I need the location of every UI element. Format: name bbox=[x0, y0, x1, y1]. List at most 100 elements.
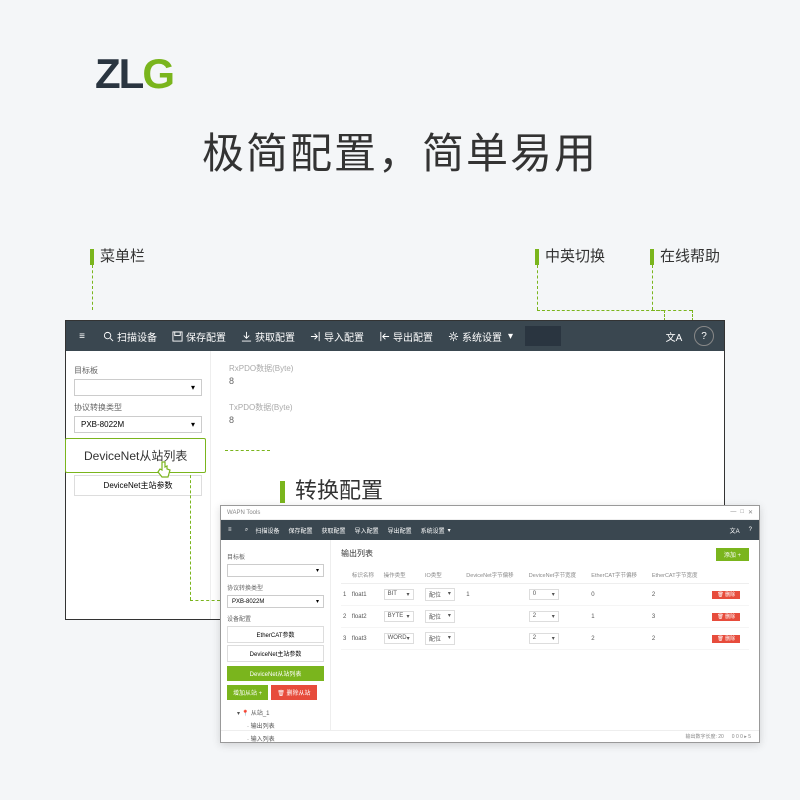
add-slave-button[interactable]: 增加从站 + bbox=[227, 685, 268, 700]
save-icon bbox=[171, 330, 183, 342]
devicenet-master-button[interactable]: DeviceNet主站参数 bbox=[74, 475, 202, 496]
tree-input[interactable]: · 输入列表 bbox=[227, 732, 324, 745]
cell-select[interactable]: WORD ▾ bbox=[384, 633, 414, 644]
target-label: 目标板 bbox=[74, 365, 202, 376]
system-button[interactable]: 系统设置▾ bbox=[441, 321, 519, 351]
headline: 极简配置，简单易用 bbox=[0, 120, 800, 181]
tree-output[interactable]: · 输出列表 bbox=[227, 719, 324, 732]
cell-select[interactable]: 2 ▾ bbox=[529, 611, 559, 622]
language-button[interactable]: 文A bbox=[662, 321, 686, 351]
cell-select[interactable]: 2 ▾ bbox=[529, 633, 559, 644]
config-label-2: 设备配置 bbox=[227, 614, 324, 623]
import-button[interactable]: 导入配置 bbox=[303, 321, 370, 351]
chevron-down-icon: ▾ bbox=[508, 331, 513, 342]
table-header: DeviceNet字节偏移 bbox=[464, 567, 527, 584]
toolbar-1: ≡ 扫描设备 保存配置 获取配置 导入配置 导出配置 系统设置▾ 文A ? bbox=[66, 321, 724, 351]
chevron-down-icon: ▾ bbox=[448, 527, 451, 534]
toolbar-dropdown[interactable] bbox=[525, 326, 561, 346]
rxpdo-value: 8 bbox=[229, 376, 706, 386]
table-header: EtherCAT字节偏移 bbox=[589, 567, 650, 584]
pin-icon: 📍 bbox=[242, 711, 249, 717]
delete-row-button[interactable]: 🗑 删除 bbox=[712, 635, 740, 643]
main-window-2: WAPN Tools — □ ✕ ≡ ⌕扫描设备 保存配置 获取配置 导入配置 导出… bbox=[220, 505, 760, 743]
status-left: 输出数字长度: 20 bbox=[685, 733, 723, 740]
callout-devicenet-slave-list[interactable]: DeviceNet从站列表 bbox=[65, 438, 206, 473]
download-icon bbox=[240, 330, 252, 342]
maximize-icon[interactable]: □ bbox=[740, 509, 744, 516]
close-icon[interactable]: ✕ bbox=[748, 509, 753, 516]
export-button[interactable]: 导出配置 bbox=[372, 321, 439, 351]
cell-select[interactable]: 配位 ▾ bbox=[425, 632, 455, 645]
search-icon: ⌕ bbox=[241, 524, 253, 536]
save-button-2[interactable]: 保存配置 bbox=[285, 520, 317, 540]
import-icon bbox=[309, 330, 321, 342]
table-row: 3float3WORD ▾配位 ▾2 ▾22🗑 删除 bbox=[341, 628, 749, 650]
scan-button-2[interactable]: ⌕扫描设备 bbox=[237, 520, 284, 540]
logo: ZLG bbox=[95, 50, 173, 98]
annotation-lang-switch: 中英切换 bbox=[535, 245, 605, 266]
status-right: 0 0 0 ▸ 5 bbox=[732, 734, 751, 740]
devicenet-slave-button-2[interactable]: DeviceNet从站列表 bbox=[227, 666, 324, 681]
get-config-button[interactable]: 获取配置 bbox=[234, 321, 301, 351]
delete-row-button[interactable]: 🗑 删除 bbox=[712, 613, 740, 621]
sidebar-2: 目标板 ▾ 协议转换类型 PXB-8022M▾ 设备配置 EtherCAT参数 … bbox=[221, 540, 331, 730]
tree-root[interactable]: ▾ 📍 从站_1 bbox=[227, 706, 324, 719]
table-header: IO类型 bbox=[423, 567, 464, 584]
table-header: DeviceNet字节宽度 bbox=[527, 567, 590, 584]
target-select-2[interactable]: ▾ bbox=[227, 564, 324, 577]
minimize-icon[interactable]: — bbox=[730, 509, 736, 516]
translate-icon: 文A bbox=[668, 330, 680, 342]
add-row-button[interactable]: 添加 + bbox=[716, 548, 749, 561]
export-button-2[interactable]: 导出配置 bbox=[384, 520, 416, 540]
target-label-2: 目标板 bbox=[227, 552, 324, 561]
delete-row-button[interactable]: 🗑 删除 bbox=[712, 591, 740, 599]
table-header: EtherCAT字节宽度 bbox=[650, 567, 711, 584]
cell-select[interactable]: BYTE ▾ bbox=[384, 611, 414, 622]
protocol-select-2[interactable]: PXB-8022M▾ bbox=[227, 595, 324, 608]
help-button[interactable]: ? bbox=[688, 321, 720, 351]
chevron-down-icon: ▾ bbox=[316, 598, 319, 605]
delete-slave-button[interactable]: 🗑 删除从站 bbox=[271, 685, 316, 700]
annotation-online-help: 在线帮助 bbox=[650, 245, 720, 266]
table-header bbox=[341, 567, 350, 584]
cursor-icon bbox=[155, 460, 173, 480]
help-button-2[interactable]: ? bbox=[745, 520, 756, 540]
chevron-down-icon: ▾ bbox=[316, 567, 319, 574]
table-row: 1float1BIT ▾配位 ▾10 ▾02🗑 删除 bbox=[341, 584, 749, 606]
scan-button[interactable]: 扫描设备 bbox=[96, 321, 163, 351]
table-header: 操作类型 bbox=[382, 567, 423, 584]
translate-icon: 文A bbox=[730, 526, 740, 535]
trash-icon: 🗑 bbox=[277, 691, 285, 697]
rxpdo-label: RxPDO数据(Byte) bbox=[229, 363, 706, 374]
table-header bbox=[710, 567, 749, 584]
system-button-2[interactable]: 系统设置▾ bbox=[417, 520, 455, 540]
get-button-2[interactable]: 获取配置 bbox=[318, 520, 350, 540]
devicenet-master-button-2[interactable]: DeviceNet主站参数 bbox=[227, 645, 324, 662]
table-title: 输出列表 bbox=[341, 548, 373, 561]
chevron-down-icon: ▾ bbox=[191, 383, 195, 392]
annotation-menu-bar: 菜单栏 bbox=[90, 245, 145, 266]
txpdo-value: 8 bbox=[229, 415, 706, 425]
search-icon bbox=[102, 330, 114, 342]
content-2: 输出列表 添加 + 标识名称操作类型IO类型DeviceNet字节偏移Devic… bbox=[331, 540, 759, 730]
cell-select[interactable]: 配位 ▾ bbox=[425, 588, 455, 601]
target-select[interactable]: ▾ bbox=[74, 379, 202, 396]
table-row: 2float2BYTE ▾配位 ▾2 ▾13🗑 删除 bbox=[341, 606, 749, 628]
protocol-label-2: 协议转换类型 bbox=[227, 583, 324, 592]
window-title: WAPN Tools bbox=[227, 510, 260, 516]
chevron-down-icon: ▾ bbox=[191, 420, 195, 429]
save-button[interactable]: 保存配置 bbox=[165, 321, 232, 351]
protocol-label: 协议转换类型 bbox=[74, 402, 202, 413]
cell-select[interactable]: BIT ▾ bbox=[384, 589, 414, 600]
menu-button[interactable]: ≡ bbox=[70, 321, 94, 351]
ethercat-button-2[interactable]: EtherCAT参数 bbox=[227, 626, 324, 643]
cell-select[interactable]: 0 ▾ bbox=[529, 589, 559, 600]
import-button-2[interactable]: 导入配置 bbox=[351, 520, 383, 540]
language-button-2[interactable]: 文A bbox=[726, 520, 744, 540]
protocol-select[interactable]: PXB-8022M▾ bbox=[74, 416, 202, 433]
help-icon: ? bbox=[749, 527, 752, 533]
cell-select[interactable]: 配位 ▾ bbox=[425, 610, 455, 623]
toolbar-2: ≡ ⌕扫描设备 保存配置 获取配置 导入配置 导出配置 系统设置▾ 文A ? bbox=[221, 520, 759, 540]
menu-button-2[interactable]: ≡ bbox=[224, 520, 236, 540]
menu-icon: ≡ bbox=[76, 330, 88, 342]
